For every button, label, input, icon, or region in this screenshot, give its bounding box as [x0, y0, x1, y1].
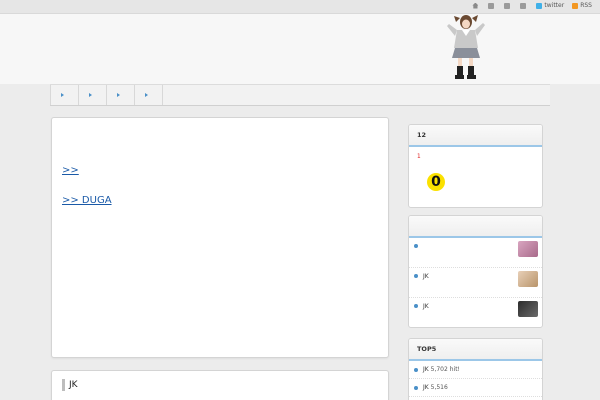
- top-nav-rss[interactable]: RSS: [572, 2, 592, 9]
- hit-count: 5,702 hit!: [430, 366, 460, 373]
- thumbnail-image[interactable]: [518, 271, 538, 287]
- list-item-text: JK: [423, 273, 429, 280]
- article-link-2[interactable]: >> DUGA: [62, 194, 378, 208]
- thumbnail-image[interactable]: [518, 301, 538, 317]
- top-nav-page-2[interactable]: [504, 2, 512, 9]
- article-link-1[interactable]: >>: [62, 164, 378, 178]
- rss-icon: [572, 2, 579, 9]
- arrow-right-icon: [145, 93, 148, 97]
- top-nav-label: RSS: [580, 2, 592, 9]
- top-navigation: twitter RSS: [472, 2, 592, 9]
- signup-banner[interactable]: 0: [417, 173, 534, 191]
- nav-item-3[interactable]: [107, 85, 135, 105]
- twitter-icon: [536, 2, 543, 9]
- top-nav-page-1[interactable]: [488, 2, 496, 9]
- second-article-title[interactable]: JK: [62, 379, 378, 391]
- second-article-title-text: JK: [69, 380, 78, 390]
- promo-text: 1: [417, 154, 421, 160]
- top-nav-label: twitter: [544, 2, 565, 9]
- list-item[interactable]: JK 5,702 hit!: [409, 361, 542, 379]
- second-article: JK: [51, 370, 389, 400]
- list-item[interactable]: JK: [409, 298, 542, 327]
- list-item[interactable]: [409, 238, 542, 268]
- title-bar-icon: [62, 379, 65, 391]
- top-nav-twitter[interactable]: twitter: [536, 2, 564, 9]
- document-icon: [504, 2, 511, 9]
- arrow-right-icon: [117, 93, 120, 97]
- arrow-right-icon: [61, 93, 64, 97]
- top-nav-home[interactable]: [472, 2, 480, 9]
- list-item-text: JK: [423, 384, 429, 391]
- mail-icon: [520, 2, 527, 9]
- document-icon: [488, 2, 495, 9]
- nav-item-4[interactable]: [135, 85, 163, 105]
- site-header: [0, 14, 600, 84]
- top-nav-contact[interactable]: [520, 2, 528, 9]
- nav-item-2[interactable]: [79, 85, 107, 105]
- list-item-text: JK: [423, 366, 429, 373]
- banner-zero-badge: 0: [427, 173, 445, 191]
- nav-item-1[interactable]: [50, 85, 79, 105]
- list-item[interactable]: JK: [409, 268, 542, 298]
- list-item-text: JK: [423, 303, 429, 310]
- thumbnail-image[interactable]: [518, 241, 538, 257]
- widget-title: 12: [409, 125, 542, 147]
- top-bar: twitter RSS: [0, 0, 600, 14]
- main-article: >> >> DUGA: [51, 117, 389, 358]
- mascot-girl-image: [447, 15, 485, 79]
- main-navigation: [50, 84, 550, 106]
- list-item[interactable]: JK 5,516: [409, 379, 542, 397]
- sidebar-widget-signup: 12 1 0: [408, 124, 543, 208]
- sidebar-widget-ranking: TOP5 JK 5,702 hit! JK 5,516: [408, 338, 543, 400]
- widget-title: TOP5: [409, 339, 542, 361]
- hit-count: 5,516: [430, 384, 448, 391]
- widget-title: [409, 216, 542, 238]
- home-icon: [472, 2, 479, 9]
- sidebar-widget-recent: JK JK: [408, 215, 543, 328]
- arrow-right-icon: [89, 93, 92, 97]
